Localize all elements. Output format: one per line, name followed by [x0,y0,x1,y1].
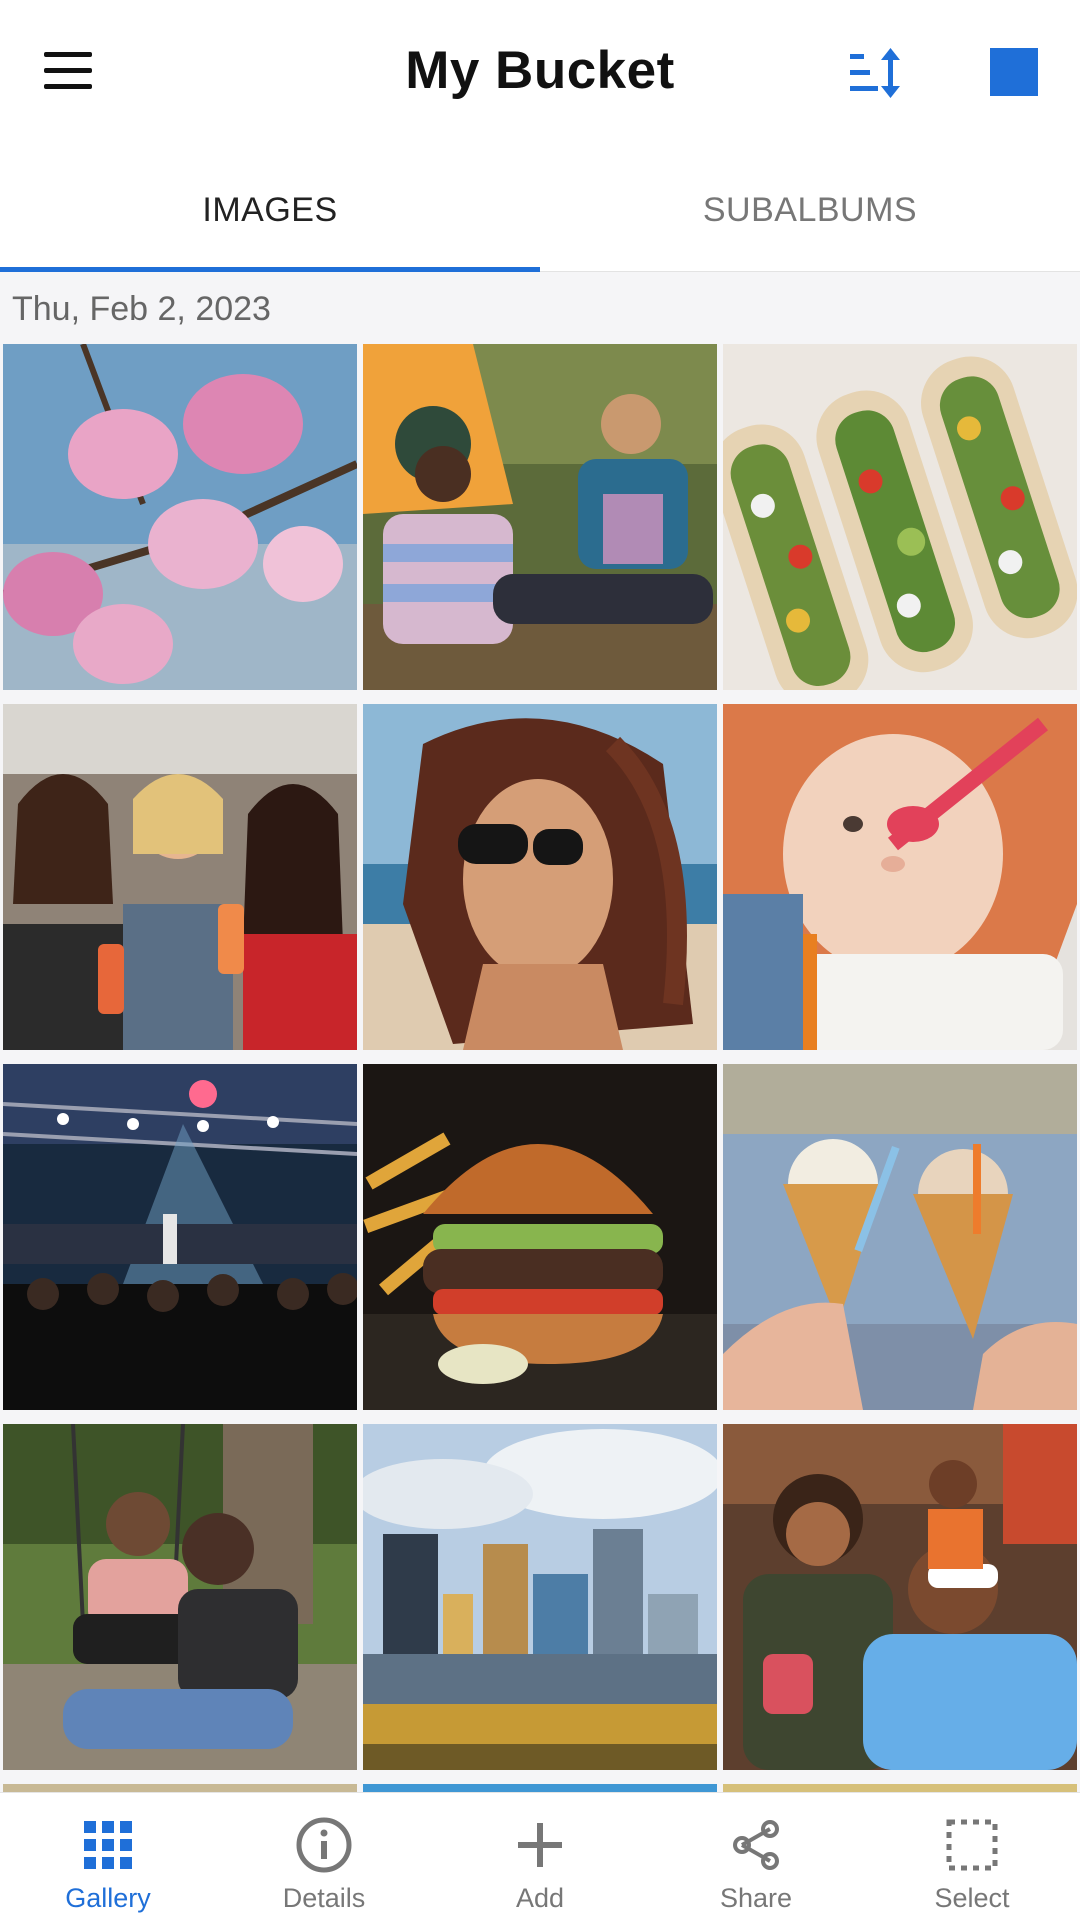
image-tile-ice-cream-cones[interactable] [723,1064,1077,1410]
square-icon[interactable] [990,48,1038,96]
image-tile-burger-and-fries[interactable] [363,1064,717,1410]
select-icon [942,1815,1002,1875]
nav-share[interactable]: Share [648,1793,864,1921]
nav-add[interactable]: Add [432,1793,648,1921]
nav-gallery[interactable]: Gallery [0,1793,216,1921]
share-icon [726,1815,786,1875]
tab-images[interactable]: IMAGES [0,148,540,272]
nav-label-share: Share [719,1883,793,1913]
nav-label-add: Add [515,1883,565,1913]
image-tile-partial[interactable] [723,1784,1077,1792]
plus-icon [510,1815,570,1875]
nav-select[interactable]: Select [864,1793,1080,1921]
image-tile-magnolia-blossoms[interactable] [3,344,357,690]
image-tile-friends-selfie[interactable] [723,1424,1077,1770]
nav-details[interactable]: Details [216,1793,432,1921]
image-tile-partial[interactable] [363,1784,717,1792]
sort-order-icon[interactable] [848,46,904,100]
app-bar: My Bucket [0,0,1080,149]
image-tile-concert-crowd[interactable] [3,1064,357,1410]
gallery-content[interactable]: Thu, Feb 2, 2023 [0,272,1080,1792]
nav-label-details: Details [282,1883,366,1913]
image-tile-father-child-swing[interactable] [3,1424,357,1770]
grid-icon [78,1815,138,1875]
bottom-navigation: Gallery Details Add Share Select [0,1792,1080,1921]
image-tile-city-skyline[interactable] [363,1424,717,1770]
image-tile-women-toasting-drinks[interactable] [3,704,357,1050]
image-tile-friends-camping[interactable] [363,344,717,690]
nav-label-select: Select [934,1883,1010,1913]
info-icon [294,1815,354,1875]
image-tile-vegetable-tacos[interactable] [723,344,1077,690]
tab-bar: IMAGES SUBALBUMS [0,148,1080,272]
image-tile-woman-sunglasses-beach[interactable] [363,704,717,1050]
image-tile-partial[interactable] [3,1784,357,1792]
image-tile-baby-eating[interactable] [723,704,1077,1050]
tab-subalbums[interactable]: SUBALBUMS [540,148,1080,272]
page-title: My Bucket [405,41,675,100]
date-header: Thu, Feb 2, 2023 [12,290,271,328]
nav-label-gallery: Gallery [65,1883,151,1913]
